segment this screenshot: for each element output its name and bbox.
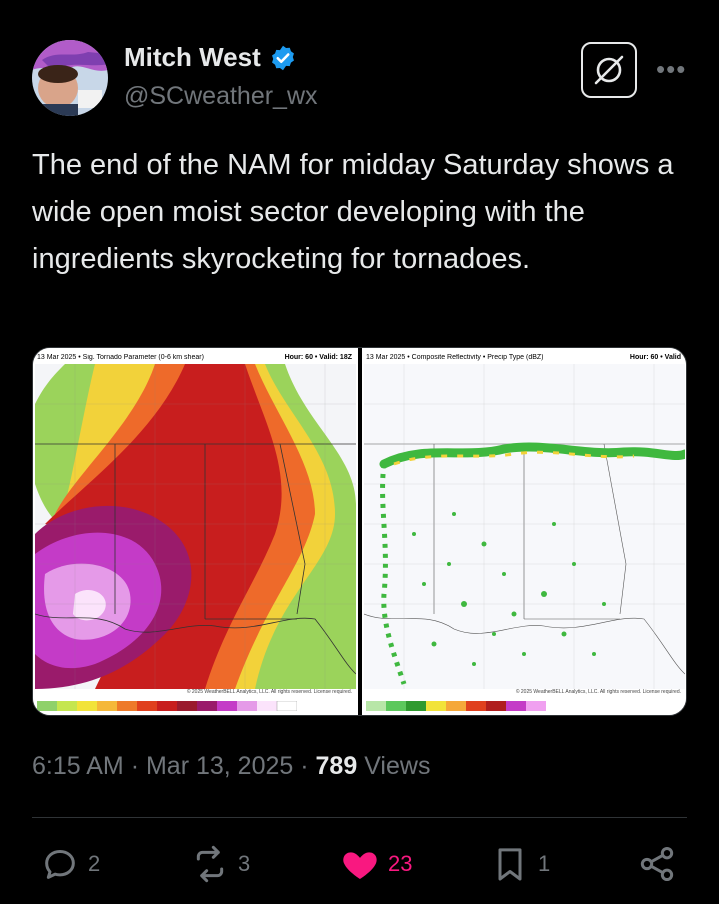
meta-separator: · — [130, 752, 146, 780]
tweet-text: The end of the NAM for midday Saturday s… — [32, 149, 674, 275]
repost-button[interactable]: 3 — [190, 844, 250, 884]
divider-line — [32, 817, 687, 818]
like-count: 23 — [388, 851, 413, 876]
grok-icon — [594, 55, 624, 85]
more-icon[interactable]: ••• — [656, 54, 686, 85]
reflectivity-copyright: © 2025 WeatherBELL Analytics, LLC. All r… — [515, 689, 681, 695]
author-handle[interactable]: @SCweather_wx — [124, 82, 318, 111]
tweet-time[interactable]: 6:15 AM — [32, 752, 124, 780]
grok-button[interactable] — [581, 42, 637, 98]
share-button[interactable] — [637, 844, 677, 884]
tweet-media[interactable]: 13 Mar 2025 • Sig. Tornado Parameter (0-… — [32, 347, 687, 716]
stp-map[interactable]: 13 Mar 2025 • Sig. Tornado Parameter (0-… — [33, 348, 358, 715]
stp-map-hour: Hour: 60 • Valid: 18Z — [284, 354, 352, 361]
reflectivity-map-hour: Hour: 60 • Valid — [629, 354, 681, 361]
reflectivity-map-image — [364, 364, 685, 689]
views-label: Views — [364, 752, 431, 780]
tweet-date[interactable]: Mar 13, 2025 — [146, 752, 293, 780]
verified-badge-icon[interactable] — [269, 44, 297, 72]
heart-icon — [343, 852, 377, 879]
bookmark-icon — [498, 848, 522, 881]
stp-color-scale — [37, 701, 297, 711]
bookmark-count: 1 — [538, 851, 551, 876]
stp-map-image — [35, 364, 356, 689]
reply-count: 2 — [88, 851, 101, 876]
stp-copyright: © 2025 WeatherBELL Analytics, LLC. All r… — [186, 689, 352, 695]
reply-icon — [45, 850, 75, 879]
repost-icon — [196, 845, 224, 883]
avatar[interactable] — [32, 40, 108, 116]
reflectivity-map[interactable]: 13 Mar 2025 • Composite Reflectivity • P… — [362, 348, 686, 715]
tweet-meta: 6:15 AM · Mar 13, 2025 · 789 Views — [32, 752, 430, 781]
author-name-row: Mitch West — [124, 42, 297, 73]
reflectivity-color-scale — [366, 701, 546, 711]
views-count: 789 — [315, 752, 358, 780]
tweet-header: Mitch West @SCweather_wx ••• — [32, 40, 687, 116]
reply-button[interactable]: 2 — [40, 844, 100, 884]
share-icon — [640, 847, 674, 881]
repost-count: 3 — [238, 851, 251, 876]
like-button[interactable]: 23 — [340, 844, 412, 884]
author-name[interactable]: Mitch West — [124, 42, 261, 73]
meta-separator: · — [300, 752, 316, 780]
bookmark-button[interactable]: 1 — [490, 844, 550, 884]
action-bar: 2 3 23 1 — [32, 840, 687, 888]
